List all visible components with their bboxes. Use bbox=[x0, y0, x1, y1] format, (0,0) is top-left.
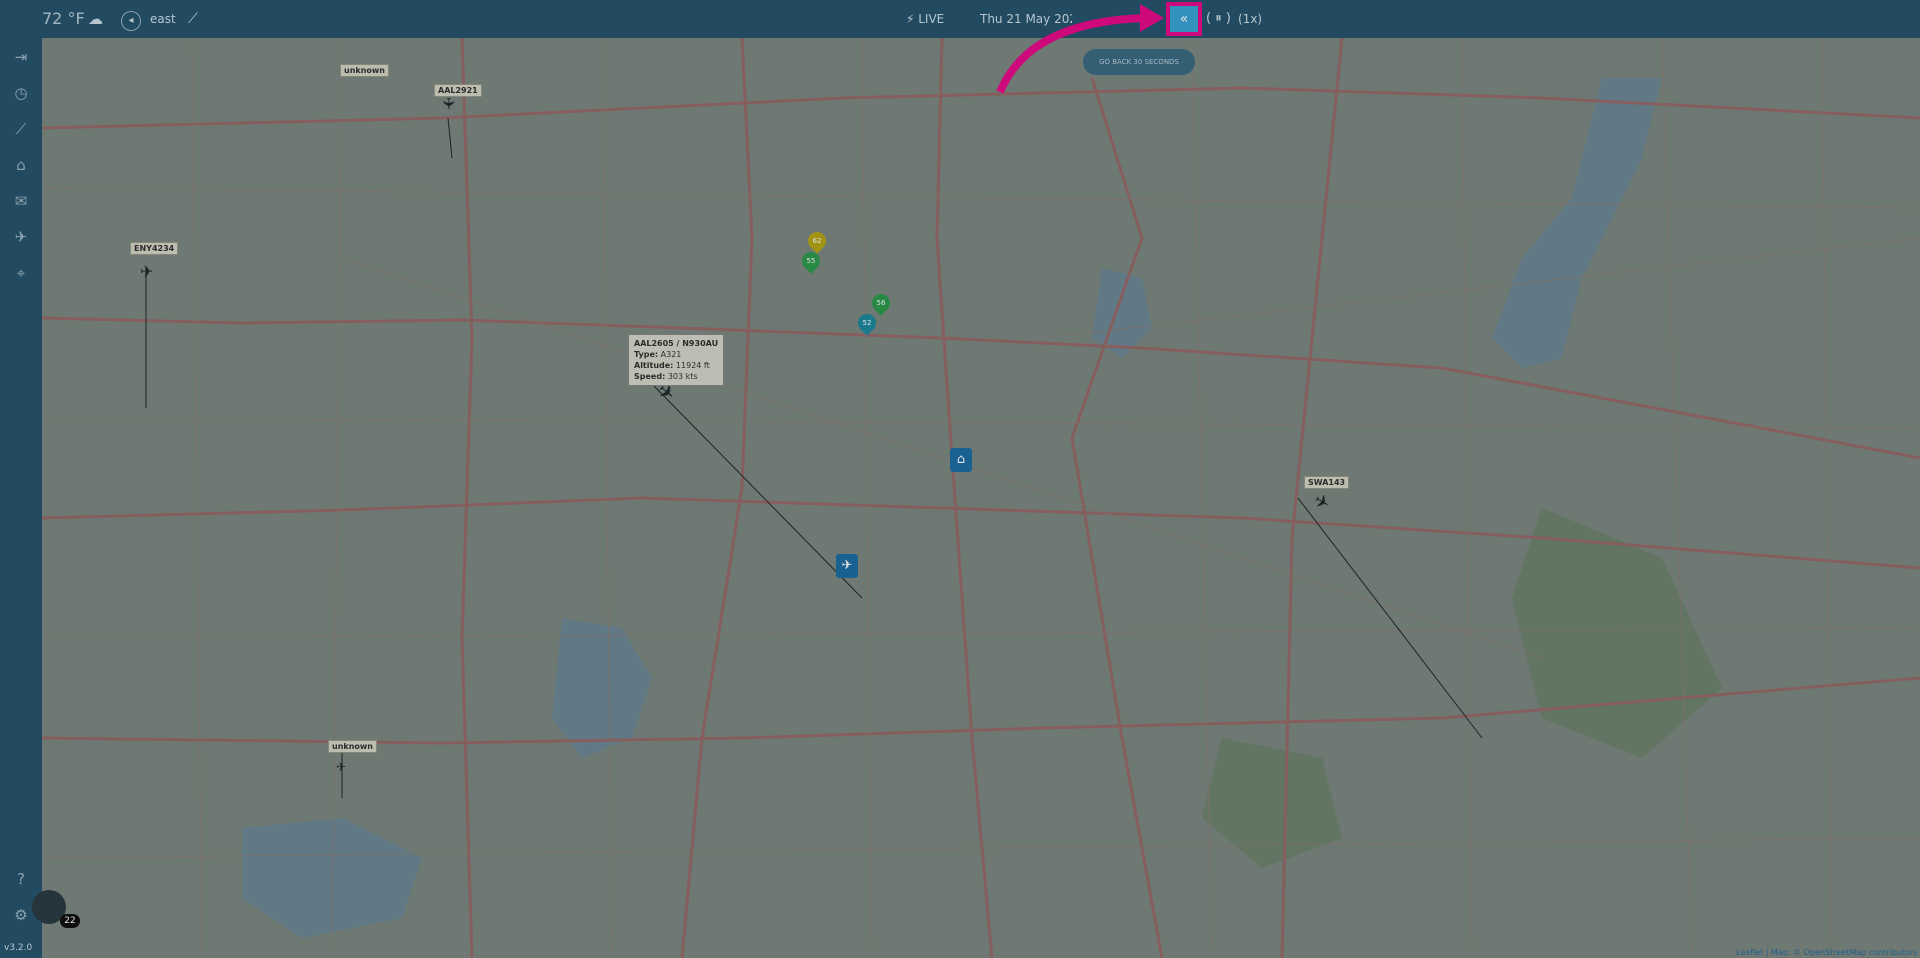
chart-icon[interactable]: ⟋ bbox=[10, 118, 32, 140]
popup-title: AAL2605 / N930AU bbox=[634, 339, 719, 348]
go-back-tooltip: GO BACK 30 SECONDS bbox=[1083, 49, 1195, 75]
version-label: v3.2.0 bbox=[4, 943, 33, 953]
flight-label[interactable]: SWA143 bbox=[1304, 476, 1350, 489]
gate-marker[interactable]: 56 bbox=[868, 290, 894, 316]
type-label: Type: bbox=[634, 350, 659, 359]
gate-marker[interactable]: 62 bbox=[804, 228, 830, 254]
temperature: 72 °F bbox=[42, 9, 85, 28]
sidebar: ⇥ ◷ ⟋ ⌂ ✉ ✈ ⌖ ? ⚙ bbox=[0, 38, 42, 958]
rewind-button[interactable]: « bbox=[1166, 2, 1202, 36]
flight-label[interactable]: AAL2921 bbox=[434, 84, 482, 97]
wind-label: east bbox=[150, 12, 176, 26]
location-pin-icon[interactable]: ⌖ bbox=[10, 262, 32, 284]
inbox-icon[interactable]: ✉ bbox=[10, 190, 32, 212]
altitude-label: Altitude: bbox=[634, 361, 674, 370]
gate-marker[interactable]: 52 bbox=[854, 310, 880, 336]
wind-direction-icon: ◂ bbox=[121, 11, 141, 31]
flight-label[interactable]: unknown bbox=[328, 740, 377, 753]
help-icon[interactable]: ? bbox=[10, 868, 32, 890]
aircraft-icon[interactable]: ✈ bbox=[336, 760, 346, 774]
speed-button[interactable]: (1x) bbox=[1238, 0, 1262, 38]
flight-label[interactable]: unknown bbox=[340, 64, 389, 77]
flight-info-popup: AAL2605 / N930AU Type: A321 Altitude: 11… bbox=[628, 334, 725, 386]
map-view[interactable]: unknown AAL2921 ENY4234 SWA143 unknown ✈… bbox=[42, 38, 1920, 958]
gear-icon[interactable]: ⚙ bbox=[10, 904, 32, 926]
exit-icon[interactable]: ⇥ bbox=[10, 46, 32, 68]
aircraft-icon[interactable]: ✈ bbox=[140, 262, 153, 281]
gate-marker[interactable]: 55 bbox=[798, 248, 824, 274]
flight-label[interactable]: ENY4234 bbox=[130, 242, 179, 255]
live-button[interactable]: ⚡ LIVE bbox=[906, 0, 944, 38]
map-attribution[interactable]: Leaflet | Map: © OpenStreetMap contribut… bbox=[1736, 948, 1917, 957]
home-location-icon[interactable]: ⌂ bbox=[950, 448, 972, 472]
map-tiles bbox=[42, 38, 1920, 958]
speed-value: 303 kts bbox=[667, 372, 698, 381]
top-bar: 72 °F ☁ ◂ east ⟋ ⚡ LIVE Thu 21 May 2026 … bbox=[0, 0, 1920, 38]
cloud-icon: ☁ bbox=[88, 10, 103, 28]
speed-label: Speed: bbox=[634, 372, 666, 381]
plane-icon[interactable]: ✈ bbox=[10, 226, 32, 248]
runway-icon: ⟋ bbox=[188, 11, 198, 27]
pause-button[interactable]: ( ⏸ ) bbox=[1206, 0, 1231, 38]
clock-icon[interactable]: ◷ bbox=[10, 82, 32, 104]
home-icon[interactable]: ⌂ bbox=[10, 154, 32, 176]
notification-badge: 22 bbox=[60, 914, 80, 928]
type-value: A321 bbox=[660, 350, 682, 359]
airport-location-icon[interactable]: ✈ bbox=[836, 554, 858, 578]
aircraft-icon[interactable]: ✈ bbox=[439, 97, 458, 110]
altitude-value: 11924 ft bbox=[675, 361, 710, 370]
